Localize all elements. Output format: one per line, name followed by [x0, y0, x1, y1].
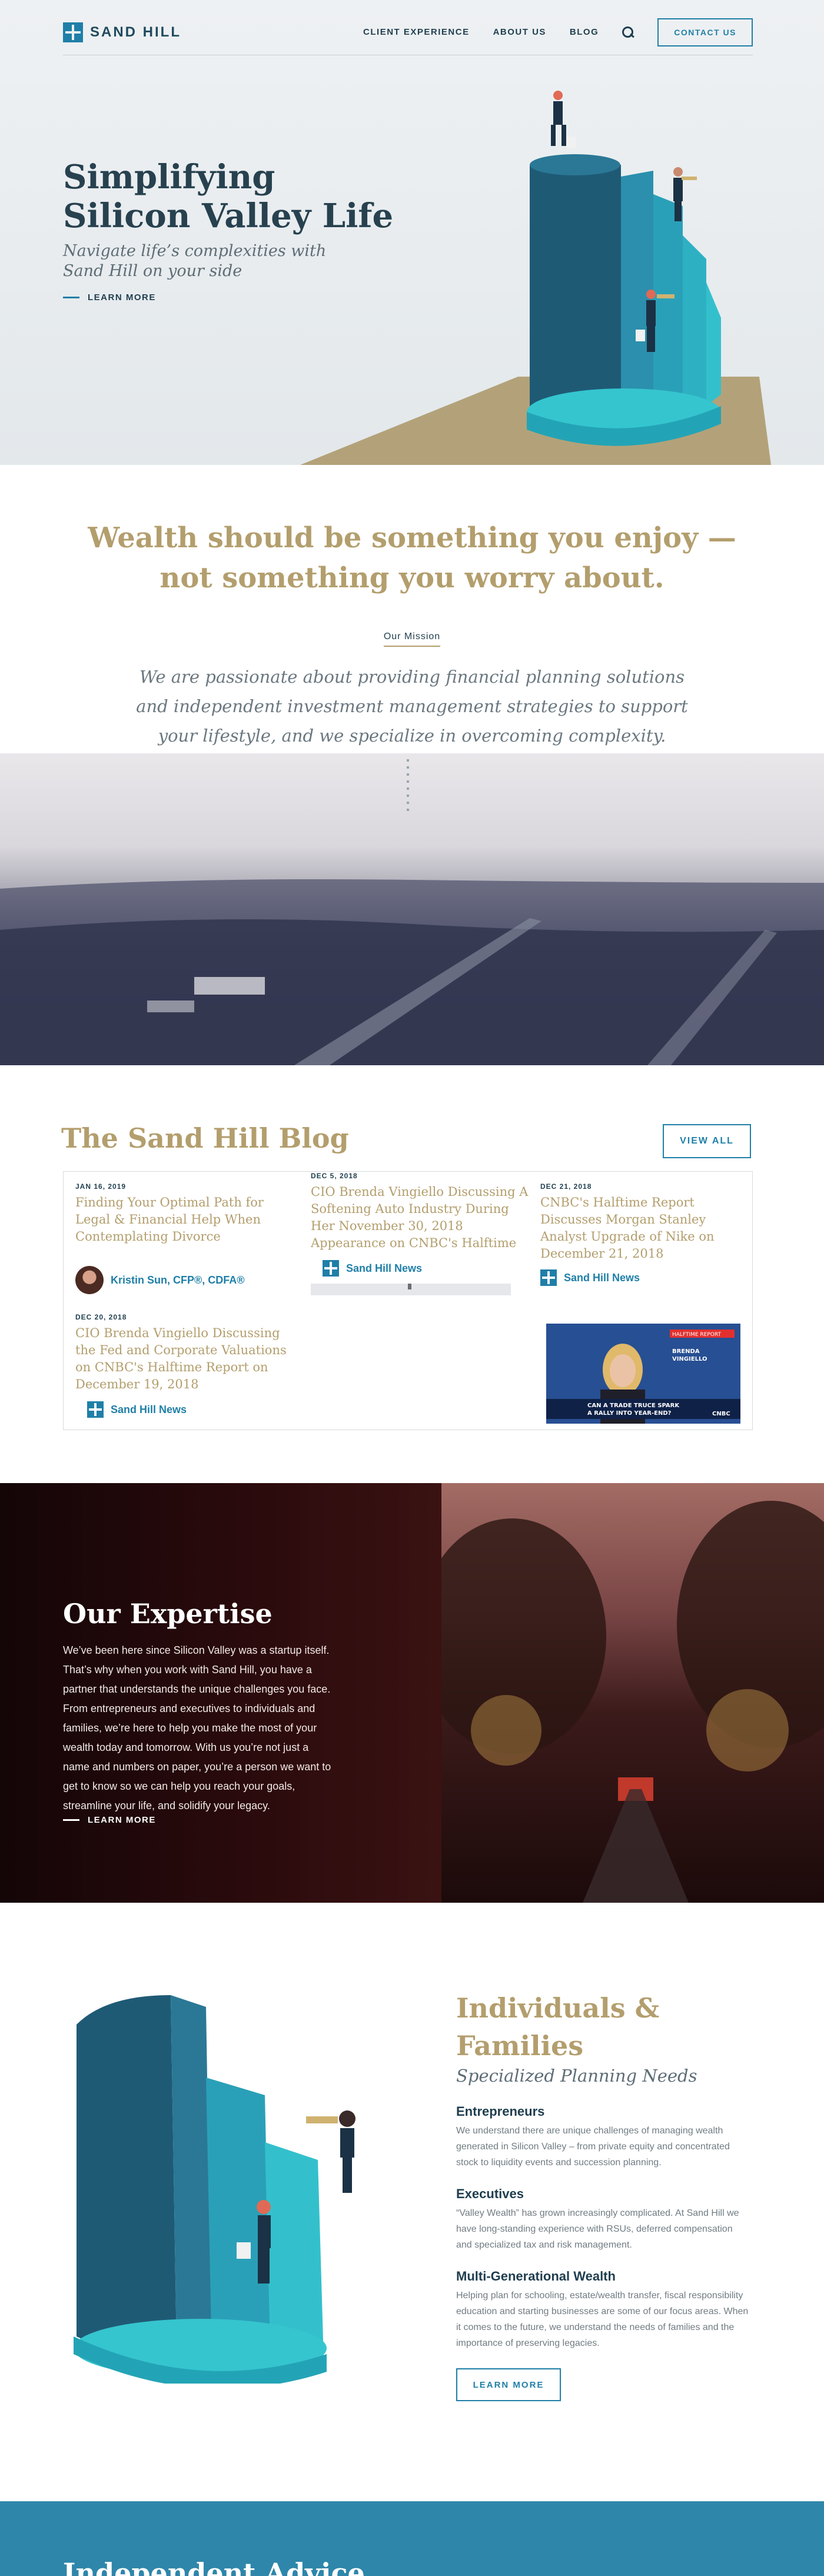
expertise-learn-more[interactable]: LEARN MORE [63, 1815, 156, 1825]
sand-hill-icon [540, 1269, 557, 1286]
author-name: Kristin Sun, CFP®, CDFA® [111, 1274, 245, 1286]
figure-top [551, 91, 576, 148]
block-heading: Entrepreneurs [456, 2104, 545, 2119]
tv-name-1: BRENDA [672, 1348, 700, 1355]
card-title: Finding Your Optimal Path for Legal & Fi… [75, 1195, 264, 1244]
block-text: We understand there are unique challenge… [456, 2126, 730, 2168]
hero-learn-more[interactable]: LEARN MORE [63, 292, 156, 303]
nav-item-about-us[interactable]: ABOUT US [493, 27, 546, 37]
block-heading: Executives [456, 2186, 524, 2201]
tv-ticker-1: CAN A TRADE TRUCE SPARK [587, 1402, 680, 1409]
sand-hill-icon [323, 1260, 339, 1277]
mission-label: Our Mission [0, 631, 824, 647]
tv-ticker-2: A RALLY INTO YEAR-END? [587, 1410, 672, 1417]
view-all-button[interactable]: VIEW ALL [663, 1124, 751, 1158]
logo-text: SAND HILL [90, 24, 181, 40]
blog-card-4[interactable]: DEC 5, 2018 CIO Brenda Vingiello Discuss… [311, 1172, 529, 1284]
card-title: CNBC's Halftime Report Discusses Morgan … [540, 1195, 715, 1261]
card-title: CIO Brenda Vingiello Discussing A Soften… [311, 1185, 529, 1250]
quote-line1: Wealth should be something you enjoy — [88, 521, 736, 554]
author-name: Sand Hill News [346, 1262, 423, 1274]
dash-icon [63, 297, 79, 298]
block-text: “Valley Wealth” has grown increasingly c… [456, 2208, 739, 2250]
main-nav: SAND HILL CLIENT EXPERIENCE ABOUT US BLO… [63, 9, 753, 55]
card-author: Kristin Sun, CFP®, CDFA® [75, 1266, 245, 1294]
card-author: Sand Hill News [323, 1260, 422, 1277]
figure-right [673, 167, 697, 221]
card-author: Sand Hill News [540, 1269, 640, 1286]
bottom-title: Independent Advice [63, 2557, 365, 2576]
blog-card-1[interactable]: JAN 16, 2019 Finding Your Optimal Path f… [75, 1182, 293, 1300]
card-date: JAN 16, 2019 [75, 1182, 127, 1191]
multi-generational-block: Multi-Generational Wealth Helping plan f… [456, 2269, 750, 2351]
sand-hill-icon [87, 1401, 104, 1418]
families-illustration [74, 1995, 355, 2384]
families-title-line2: Families [456, 2030, 584, 2062]
families-subtitle: Specialized Planning Needs [456, 2066, 697, 2086]
hero-section: SAND HILL CLIENT EXPERIENCE ABOUT US BLO… [0, 0, 824, 465]
avatar [75, 1266, 104, 1294]
card-date: DEC 20, 2018 [75, 1313, 127, 1321]
mission-label-text: Our Mission [383, 631, 441, 647]
nav-links: CLIENT EXPERIENCE ABOUT US BLOG CONTACT … [363, 18, 753, 46]
block-text: Helping plan for schooling, estate/wealt… [456, 2291, 749, 2348]
expertise-text: We’ve been here since Silicon Valley was… [63, 1644, 331, 1811]
logo[interactable]: SAND HILL [63, 22, 181, 42]
cnbc-video-thumbnail[interactable]: HALFTIME REPORT BRENDA VINGIELLO CAN A T… [546, 1324, 740, 1424]
quote-line2: not something you worry about. [160, 561, 664, 594]
block-heading: Multi-Generational Wealth [456, 2269, 616, 2284]
scroll-dots [407, 759, 409, 812]
nav-item-client-experience[interactable]: CLIENT EXPERIENCE [363, 27, 470, 37]
tv-network: CNBC [712, 1411, 730, 1417]
street-scenery [418, 1501, 824, 1903]
card-date: DEC 5, 2018 [311, 1172, 358, 1180]
nav-item-blog[interactable]: BLOG [570, 27, 599, 37]
card-author: Sand Hill News [87, 1401, 187, 1418]
aerial-scenery [0, 879, 824, 1065]
street-photo [418, 1483, 824, 1903]
blog-card-3[interactable]: DEC 20, 2018 CIO Brenda Vingiello Discus… [75, 1313, 293, 1425]
expertise-title: Our Expertise [63, 1598, 273, 1630]
mission-quote: Wealth should be something you enjoy — n… [0, 518, 824, 598]
families-title: Individuals & Families [456, 1989, 659, 2065]
families-learn-more-button[interactable]: LEARN MORE [456, 2368, 561, 2401]
card-date: DEC 21, 2018 [540, 1182, 592, 1191]
dash-icon [63, 1819, 79, 1821]
hero-title: Simplifying Silicon Valley Life [63, 158, 393, 235]
cnbc-screen: HALFTIME REPORT BRENDA VINGIELLO CAN A T… [546, 1324, 740, 1424]
blog-title: The Sand Hill Blog [61, 1122, 349, 1154]
card-title: CIO Brenda Vingiello Discussing the Fed … [75, 1326, 287, 1391]
executives-block: Executives “Valley Wealth” has grown inc… [456, 2186, 750, 2253]
blog-grid: JAN 16, 2019 Finding Your Optimal Path f… [63, 1171, 753, 1430]
hero-title-line1: Simplifying [63, 158, 275, 197]
author-name: Sand Hill News [111, 1403, 187, 1415]
learn-more-label: LEARN MORE [88, 1815, 156, 1825]
mission-text: We are passionate about providing financ… [136, 667, 688, 746]
tv-name-2: VINGIELLO [672, 1356, 707, 1362]
entrepreneurs-block: Entrepreneurs We understand there are un… [456, 2104, 750, 2171]
logo-icon [63, 22, 83, 42]
author-name: Sand Hill News [564, 1271, 640, 1284]
contact-us-button[interactable]: CONTACT US [657, 18, 753, 46]
hero-title-line2: Silicon Valley Life [63, 197, 394, 235]
search-icon[interactable] [622, 26, 634, 38]
learn-more-label: LEARN MORE [88, 292, 156, 303]
families-title-line1: Individuals & [456, 1992, 660, 2024]
tv-tag: HALFTIME REPORT [672, 1332, 721, 1338]
hero-subtitle: Navigate life’s complexities with Sand H… [63, 242, 327, 280]
aerial-photo [0, 753, 824, 1065]
blog-card-2[interactable]: DEC 21, 2018 CNBC's Halftime Report Disc… [540, 1182, 740, 1300]
